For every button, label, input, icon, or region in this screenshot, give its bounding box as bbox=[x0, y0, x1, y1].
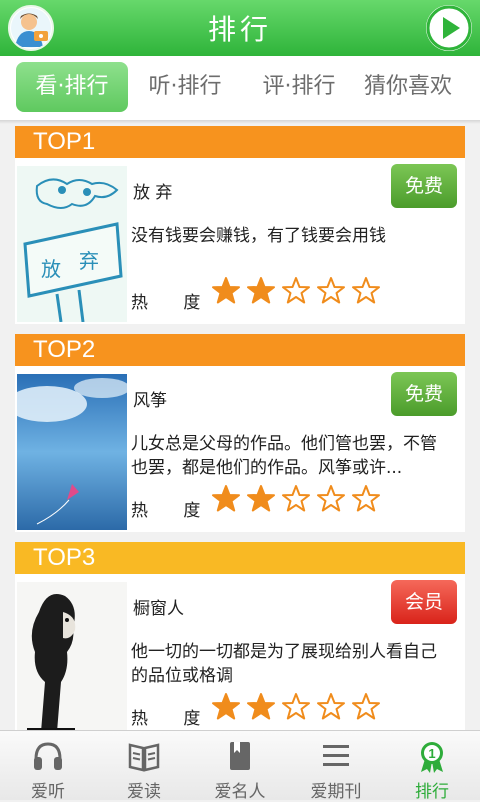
rank-label: TOP2 bbox=[15, 334, 465, 366]
star-filled-icon bbox=[212, 693, 240, 720]
bottom-navigation: 爱听 爱读 爱名人 爱期刊 1 排行 bbox=[0, 730, 480, 802]
list-item[interactable]: TOP3 橱窗人 会员 他一切的一切都是为了展现给别人看自己的品位或格调 热 度 bbox=[15, 542, 465, 730]
ranking-medal-icon: 1 bbox=[421, 742, 443, 773]
list-item[interactable]: TOP2 风筝 免费 儿女总是父母的作品。他们管也罢，不管也罢，都是他们的作品。 bbox=[15, 334, 465, 532]
tab-review-ranking[interactable]: 评·排行 bbox=[246, 62, 352, 112]
star-empty-icon bbox=[282, 693, 310, 720]
free-badge-button[interactable]: 免费 bbox=[391, 372, 457, 416]
page-title: 排行 bbox=[207, 13, 272, 46]
nav-item-periodicals[interactable]: 爱期刊 bbox=[288, 731, 384, 802]
book-cover-image: 放 弃 bbox=[17, 166, 127, 322]
star-empty-icon bbox=[352, 693, 380, 720]
list-item[interactable]: TOP1 放 弃 放 弃 免费 没有钱要会赚钱，有了钱要会用钱 热 度 bbox=[15, 126, 465, 324]
nav-label: 爱名人 bbox=[214, 782, 266, 802]
star-filled-icon bbox=[247, 485, 275, 512]
star-filled-icon bbox=[247, 693, 275, 720]
book-icon bbox=[230, 742, 250, 770]
play-icon bbox=[426, 5, 472, 51]
book-title: 风筝 bbox=[133, 391, 167, 411]
list-icon bbox=[323, 745, 349, 766]
heat-label: 热 度 bbox=[131, 293, 201, 313]
star-empty-icon bbox=[282, 277, 310, 304]
book-description: 他一切的一切都是为了展现给别人看自己的品位或格调 bbox=[131, 642, 437, 686]
rank-label: TOP3 bbox=[15, 542, 465, 574]
ranking-tabs: 看·排行 听·排行 评·排行 猜你喜欢 bbox=[0, 56, 480, 120]
book-cover-image bbox=[17, 374, 127, 530]
rank-label: TOP1 bbox=[15, 126, 465, 158]
vip-badge-button[interactable]: 会员 bbox=[391, 580, 457, 624]
svg-text:1: 1 bbox=[428, 746, 435, 761]
play-button[interactable] bbox=[426, 5, 472, 51]
app-header: 排行 bbox=[0, 0, 480, 56]
star-filled-icon bbox=[212, 485, 240, 512]
nav-item-read[interactable]: 爱读 bbox=[96, 731, 192, 802]
nav-item-listen[interactable]: 爱听 bbox=[0, 731, 96, 802]
nav-item-ranking[interactable]: 1 排行 bbox=[384, 731, 480, 802]
star-empty-icon bbox=[317, 277, 345, 304]
nav-label: 爱听 bbox=[31, 782, 65, 802]
free-badge-button[interactable]: 免费 bbox=[391, 164, 457, 208]
nav-label: 爱读 bbox=[127, 782, 161, 802]
book-title: 橱窗人 bbox=[133, 599, 184, 619]
star-empty-icon bbox=[282, 485, 310, 512]
book-description: 儿女总是父母的作品。他们管也罢，不管也罢，都是他们的作品。风筝或许... bbox=[131, 434, 437, 478]
book-cover-image bbox=[17, 582, 127, 730]
star-filled-icon bbox=[212, 277, 240, 304]
star-empty-icon bbox=[352, 485, 380, 512]
nav-label: 排行 bbox=[415, 782, 449, 802]
tab-listen-ranking[interactable]: 听·排行 bbox=[132, 62, 238, 112]
tab-watch-ranking[interactable]: 看·排行 bbox=[16, 62, 128, 112]
tab-guess-you-like[interactable]: 猜你喜欢 bbox=[356, 62, 460, 112]
headphones-icon bbox=[34, 742, 62, 770]
svg-text:弃: 弃 bbox=[79, 249, 99, 273]
ranking-list[interactable]: TOP1 放 弃 放 弃 免费 没有钱要会赚钱，有了钱要会用钱 热 度 TOP2 bbox=[0, 124, 480, 730]
book-description: 没有钱要会赚钱，有了钱要会用钱 bbox=[131, 226, 386, 246]
star-filled-icon bbox=[247, 277, 275, 304]
book-title: 放 弃 bbox=[133, 183, 173, 203]
heat-label: 热 度 bbox=[131, 709, 201, 729]
star-empty-icon bbox=[317, 693, 345, 720]
open-book-icon bbox=[128, 743, 160, 772]
star-empty-icon bbox=[317, 485, 345, 512]
heat-label: 热 度 bbox=[131, 501, 201, 521]
star-empty-icon bbox=[352, 277, 380, 304]
nav-item-celebrities[interactable]: 爱名人 bbox=[192, 731, 288, 802]
nav-label: 爱期刊 bbox=[310, 782, 362, 802]
svg-text:放: 放 bbox=[41, 257, 61, 281]
